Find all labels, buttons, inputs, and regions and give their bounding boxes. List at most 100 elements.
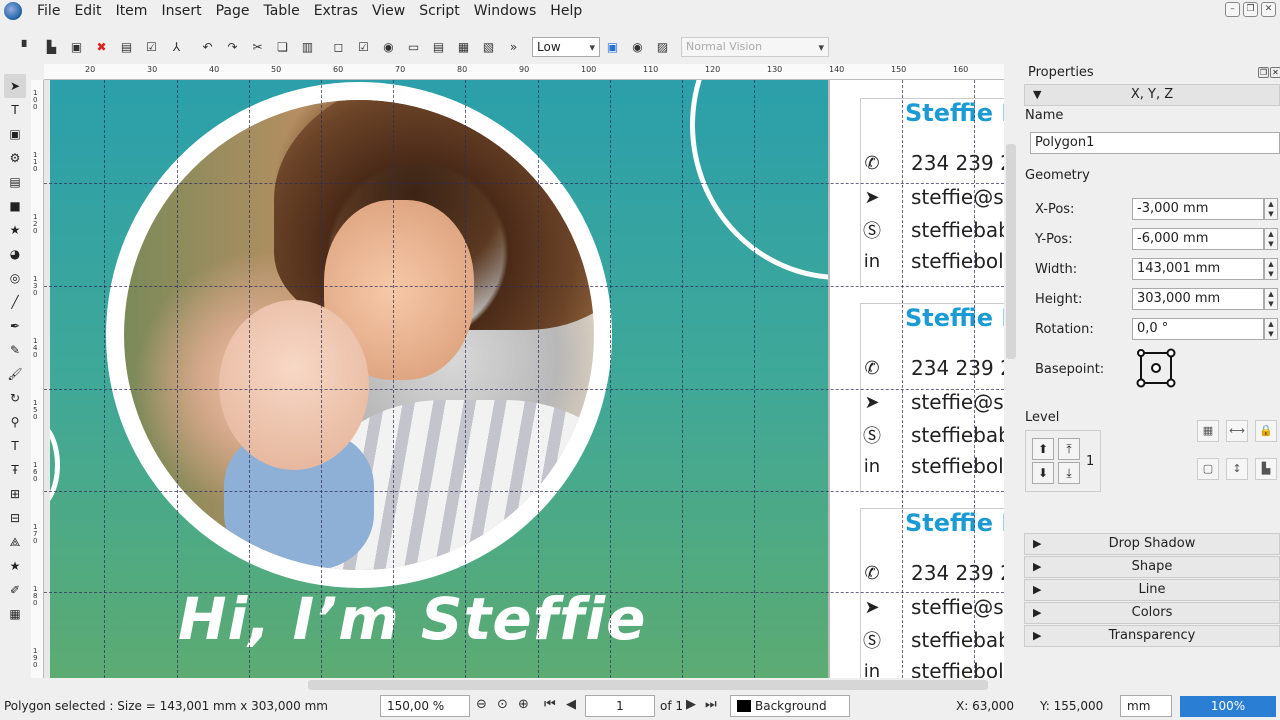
zoom-tool-icon[interactable]: ⚲ [4,410,26,434]
width-field[interactable]: 143,001 mm [1132,258,1264,280]
menu-table[interactable]: Table [257,0,307,22]
display-color-icon[interactable]: ▣ [600,35,625,59]
text-frame-tool-icon[interactable]: T [4,98,26,122]
freehand-tool-icon[interactable]: ✎ [4,338,26,362]
textfield-icon[interactable]: ▭ [401,35,426,59]
close-document-icon[interactable]: ✖ [89,35,114,59]
zoom-field[interactable]: 150,00 % [380,695,470,717]
cut-icon[interactable]: ✂ [245,35,270,59]
zoom-out-icon[interactable]: ⊖ [476,697,487,712]
close-panel-icon[interactable]: ✕ [1270,67,1280,78]
section-transparency[interactable]: ▶ Transparency [1024,625,1280,647]
ypos-stepper[interactable]: ▲ ▼ [1264,228,1278,250]
flip-vertical-icon[interactable]: ↕ [1226,458,1248,480]
line-tool-icon[interactable]: ╱ [4,290,26,314]
more-icon[interactable]: » [501,35,526,59]
minimize-button[interactable]: – [1225,2,1240,17]
section-colors[interactable]: ▶ Colors [1024,602,1280,624]
horizontal-scroll-thumb[interactable] [308,680,988,690]
menu-windows[interactable]: Windows [467,0,544,22]
print-icon[interactable]: ▤ [114,35,139,59]
previous-page-icon[interactable]: ◀ [566,697,576,712]
unlink-frames-icon[interactable]: ⊟ [4,506,26,530]
horizontal-scrollbar[interactable] [32,678,1004,692]
menu-extras[interactable]: Extras [307,0,365,22]
height-field[interactable]: 303,000 mm [1132,288,1264,310]
table-tool-icon[interactable]: ▤ [4,170,26,194]
zoom-reset-icon[interactable]: ⊙ [497,697,508,712]
photo-frame[interactable] [106,82,612,588]
zoom-percent-bar[interactable]: 100% [1180,696,1276,717]
image-frame-tool-icon[interactable]: ▣ [4,122,26,146]
vision-select[interactable]: Normal Vision [681,37,829,57]
first-page-icon[interactable]: ⏮ [544,697,556,712]
annotation-icon[interactable]: ▧ [476,35,501,59]
copy-icon[interactable]: ❏ [270,35,295,59]
calligraphy-tool-icon[interactable]: 🖌 [4,362,26,386]
flip-horizontal-icon[interactable]: ⟷ [1226,420,1248,442]
redo-icon[interactable]: ↷ [220,35,245,59]
menu-file[interactable]: File [30,0,67,22]
xyz-section-header[interactable]: ▼ X, Y, Z [1024,84,1280,106]
menu-view[interactable]: View [365,0,412,22]
lower-to-bottom-button[interactable]: ⤓ [1058,462,1080,484]
new-document-icon[interactable]: ▘ [14,35,39,59]
preflight-icon[interactable]: ☑ [139,35,164,59]
menu-help[interactable]: Help [543,0,589,22]
menu-script[interactable]: Script [412,0,467,22]
close-window-button[interactable]: ✕ [1261,2,1276,17]
paste-icon[interactable]: ▥ [295,35,320,59]
width-stepper[interactable]: ▲ ▼ [1264,258,1278,280]
profile-photo[interactable] [124,100,594,570]
raise-to-top-button[interactable]: ⤒ [1058,438,1080,460]
radio-icon[interactable]: ◉ [376,35,401,59]
copy-properties-icon[interactable]: ★ [4,554,26,578]
menu-insert[interactable]: Insert [154,0,208,22]
zoom-in-icon[interactable]: ⊕ [518,697,529,712]
polygon-tool-icon[interactable]: ★ [4,218,26,242]
story-editor-icon[interactable]: Ŧ [4,458,26,482]
panel-scrollbar[interactable] [1024,678,1280,692]
shape-tool-icon[interactable]: ■ [4,194,26,218]
lock-icon[interactable]: 🔒 [1255,420,1277,442]
measure-tool-icon[interactable]: ⟁ [4,530,26,554]
ungroup-icon[interactable]: ▢ [1197,458,1219,480]
undo-icon[interactable]: ↶ [195,35,220,59]
pdf-tools-icon[interactable]: ▦ [4,602,26,626]
vertical-scroll-thumb[interactable] [1006,144,1016,359]
layer-select[interactable]: Background [730,695,850,717]
select-tool-icon[interactable]: ➤ [4,74,26,98]
menu-edit[interactable]: Edit [67,0,108,22]
rotate-tool-icon[interactable]: ↻ [4,386,26,410]
group-icon[interactable]: ▦ [1197,420,1219,442]
vertical-scrollbar[interactable] [1004,64,1018,678]
page-field[interactable]: 1 [585,695,655,717]
preview-quality-select[interactable]: Low [532,37,600,57]
lock-size-icon[interactable]: ▙ [1255,458,1277,480]
listbox-icon[interactable]: ▦ [451,35,476,59]
unit-select[interactable]: mm [1120,695,1172,717]
section-drop-shadow[interactable]: ▶ Drop Shadow [1024,533,1280,555]
open-document-icon[interactable]: ▙ [39,35,64,59]
next-page-icon[interactable]: ▶ [686,697,696,712]
section-shape[interactable]: ▶ Shape [1024,556,1280,578]
edit-mode-icon[interactable]: ▨ [650,35,675,59]
menu-item[interactable]: Item [109,0,155,22]
save-icon[interactable]: ▣ [64,35,89,59]
menu-page[interactable]: Page [209,0,257,22]
name-field[interactable]: Polygon1 [1030,132,1280,154]
height-stepper[interactable]: ▲ ▼ [1264,288,1278,310]
document-canvas[interactable]: Hi, I’m Steffie Steffie B ✆ 234 239 20 ➤ s… [44,80,1004,678]
rotation-field[interactable]: 0,0 ° [1132,318,1264,340]
xpos-stepper[interactable]: ▲ ▼ [1264,198,1278,220]
raise-level-button[interactable]: ⬆ [1032,438,1054,460]
business-card[interactable]: Steffie B ✆ 234 239 20 ➤ steffie@sc Ⓢsteff… [860,508,1004,678]
business-card[interactable]: Steffie B ✆ 234 239 20 ➤ steffie@sc Ⓢsteff… [860,303,1004,493]
export-pdf-icon[interactable]: ⅄ [164,35,189,59]
float-panel-icon[interactable]: ❐ [1258,67,1269,78]
render-frame-tool-icon[interactable]: ⚙ [4,146,26,170]
lower-level-button[interactable]: ⬇ [1032,462,1054,484]
frame-icon[interactable]: ◻ [326,35,351,59]
edit-text-tool-icon[interactable]: T [4,434,26,458]
business-card[interactable]: Steffie B ✆ 234 239 20 ➤ steffie@sc Ⓢsteff… [860,98,1004,288]
